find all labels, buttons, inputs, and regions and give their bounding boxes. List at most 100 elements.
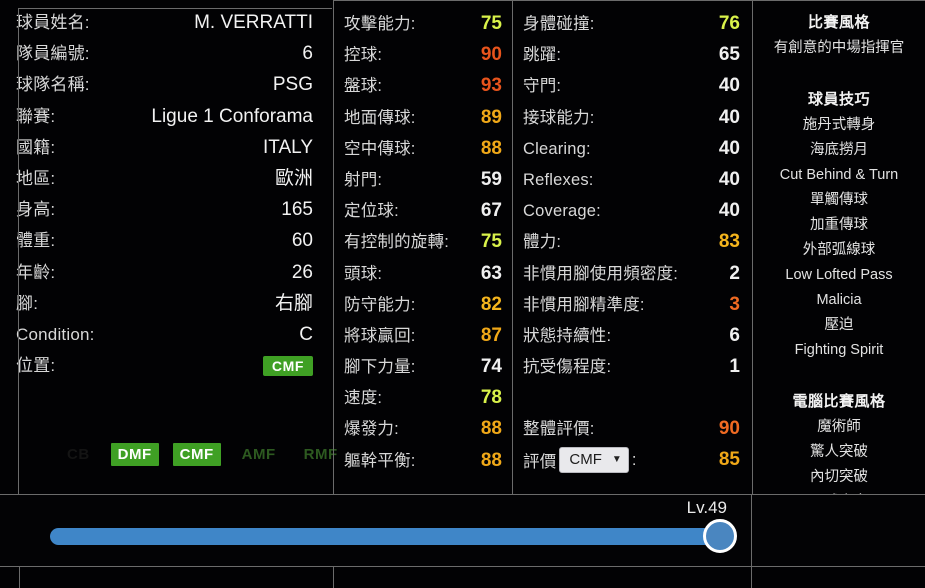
stat-value: 3 <box>729 293 740 315</box>
stats-grid: 球員姓名: M. VERRATTI 隊員編號: 6 球隊名稱: PSG 聯賽: … <box>0 0 925 510</box>
bio-label: 身高: <box>16 200 56 220</box>
bio-value: ITALY <box>263 136 313 158</box>
stat-row-weak-foot-usage: 非慣用腳使用頻密度: 2 <box>523 258 740 289</box>
stat-label: 防守能力: <box>344 295 416 314</box>
stat-label: 將球贏回: <box>344 326 416 345</box>
position-chip-cmf[interactable]: CMF <box>172 443 221 466</box>
level-label: Lv.49 <box>686 498 727 517</box>
bio-row-condition: Condition: C <box>16 319 313 350</box>
stat-label: 定位球: <box>344 202 399 221</box>
bio-row-name: 球員姓名: M. VERRATTI <box>16 7 313 38</box>
bottom-cell-left <box>0 567 19 588</box>
position-chip-dmf[interactable]: DMF <box>110 443 159 466</box>
bio-label: 球隊名稱: <box>16 75 90 95</box>
stat-value: 78 <box>480 387 502 409</box>
stat-row-catching: 接球能力: 40 <box>523 102 740 133</box>
stat-label: 跳躍: <box>523 46 562 65</box>
player-skill-item: 加重傳球 <box>810 217 868 233</box>
position-chip-amf[interactable]: AMF <box>235 443 283 466</box>
stat-row-ball-winning: 將球贏回: 87 <box>344 320 502 351</box>
stat-row-finishing: 射門: 59 <box>344 164 502 195</box>
bio-label: 球員姓名: <box>16 13 90 32</box>
styles-panel: 比賽風格 有創意的中場指揮官 球員技巧 施丹式轉身 海底撈月 Cut Behin… <box>752 0 925 510</box>
stat-label: 身體碰撞: <box>523 15 595 33</box>
bio-row-nationality: 國籍: ITALY <box>16 132 313 163</box>
stat-value: 88 <box>480 137 502 159</box>
stat-value: 93 <box>480 75 502 97</box>
bio-label: 體重: <box>16 231 56 251</box>
physical-stats-panel: 身體碰撞: 76 跳躍: 65 守門: 40 接球能力: 40 Clearing… <box>512 0 752 494</box>
stat-row-form: 狀態持續性: 6 <box>523 320 740 351</box>
position-rating-controls: 評價 CMF ▼ : <box>523 447 637 474</box>
stat-value: 2 <box>729 262 740 284</box>
bio-row-region: 地區: 歐洲 <box>16 163 313 194</box>
com-style-title: 電腦比賽風格 <box>792 393 886 410</box>
bio-row-league: 聯賽: Ligue 1 Conforama <box>16 101 313 132</box>
bio-row-weight: 體重: 60 <box>16 225 313 256</box>
player-skill-item: Cut Behind & Turn <box>779 167 899 183</box>
bio-label: 隊員編號: <box>16 44 90 64</box>
stat-row-lofted-pass: 空中傳球: 88 <box>344 133 502 164</box>
stat-value: 82 <box>480 293 502 315</box>
stat-row-attacking: 攻擊能力: 75 <box>344 8 502 39</box>
bio-row-position: 位置: CMF <box>16 350 313 381</box>
bio-panel: 球員姓名: M. VERRATTI 隊員編號: 6 球隊名稱: PSG 聯賽: … <box>0 0 337 494</box>
bio-value: Ligue 1 Conforama <box>151 105 313 127</box>
stat-value: 65 <box>718 44 740 66</box>
bio-label: Condition: <box>16 324 95 344</box>
com-style-item: 驚人突破 <box>810 444 868 460</box>
stat-value: 59 <box>480 168 502 190</box>
com-style-item: 內切突破 <box>810 469 868 485</box>
level-slider-container: Lv.49 <box>0 495 752 566</box>
level-slider-track[interactable] <box>50 528 715 545</box>
player-skill-item: 施丹式轉身 <box>802 117 876 133</box>
stat-label: 空中傳球: <box>344 139 416 158</box>
stat-label: 非慣用腳使用頻密度: <box>523 264 679 283</box>
stat-label: 頭球: <box>344 264 383 283</box>
stat-row-jump: 跳躍: 65 <box>523 39 740 70</box>
bio-panel-top-border <box>18 8 332 9</box>
level-slider-knob[interactable] <box>703 519 737 553</box>
player-skill-item: Low Lofted Pass <box>785 267 893 283</box>
position-chip-cb[interactable]: CB <box>60 443 97 466</box>
stat-label: 狀態持續性: <box>523 326 612 345</box>
player-stats-screen: 球員姓名: M. VERRATTI 隊員編號: 6 球隊名稱: PSG 聯賽: … <box>0 0 925 588</box>
stat-value: 83 <box>718 231 740 253</box>
player-skill-item: 壓迫 <box>824 317 854 333</box>
bio-row-foot: 腳: 右腳 <box>16 288 313 319</box>
stat-row-goalkeeping: 守門: 40 <box>523 70 740 101</box>
player-skill-item: Fighting Spirit <box>794 342 884 358</box>
stat-row-coverage: Coverage: 40 <box>523 195 740 226</box>
styles-gap <box>761 363 917 389</box>
stat-value: 90 <box>480 44 502 66</box>
stat-label: 速度: <box>344 389 383 408</box>
bio-label: 地區: <box>16 168 56 188</box>
stat-value: 1 <box>729 356 740 378</box>
physical-stat-rows: 身體碰撞: 76 跳躍: 65 守門: 40 接球能力: 40 Clearing… <box>513 1 752 476</box>
stat-value: 75 <box>480 231 502 253</box>
stat-value: 67 <box>480 200 502 222</box>
stat-row-overall-rating: 整體評價: 90 <box>523 413 740 444</box>
position-select[interactable]: CMF ▼ <box>559 447 629 474</box>
player-skill-item: Malicia <box>816 292 862 308</box>
position-select-value: CMF <box>569 451 602 469</box>
stat-value: 74 <box>480 356 502 378</box>
stat-row-injury-resistance: 抗受傷程度: 1 <box>523 351 740 382</box>
stat-label: Reflexes: <box>523 170 594 189</box>
stat-row-low-pass: 地面傳球: 89 <box>344 102 502 133</box>
stat-row-position-rating: 評價 CMF ▼ : 85 <box>523 445 740 476</box>
bottom-divider-strip <box>0 566 925 588</box>
stat-value: 6 <box>729 324 740 346</box>
player-skill-item: 海底撈月 <box>810 142 868 158</box>
stat-spacer <box>523 382 740 413</box>
stat-row-reflexes: Reflexes: 40 <box>523 164 740 195</box>
stat-row-kicking-power: 腳下力量: 74 <box>344 351 502 382</box>
bio-value: 歐洲 <box>274 167 313 189</box>
stat-row-physical-contact: 身體碰撞: 76 <box>523 8 740 39</box>
bio-label: 國籍: <box>16 137 56 157</box>
bottom-cell-mid <box>19 567 333 588</box>
attack-stat-rows: 攻擊能力: 75 控球: 90 盤球: 93 地面傳球: 89 空中傳球: 88… <box>334 1 512 476</box>
position-rating-value: 85 <box>718 449 740 471</box>
stat-label: 有控制的旋轉: <box>344 233 449 252</box>
bio-label: 年齡: <box>16 262 56 282</box>
